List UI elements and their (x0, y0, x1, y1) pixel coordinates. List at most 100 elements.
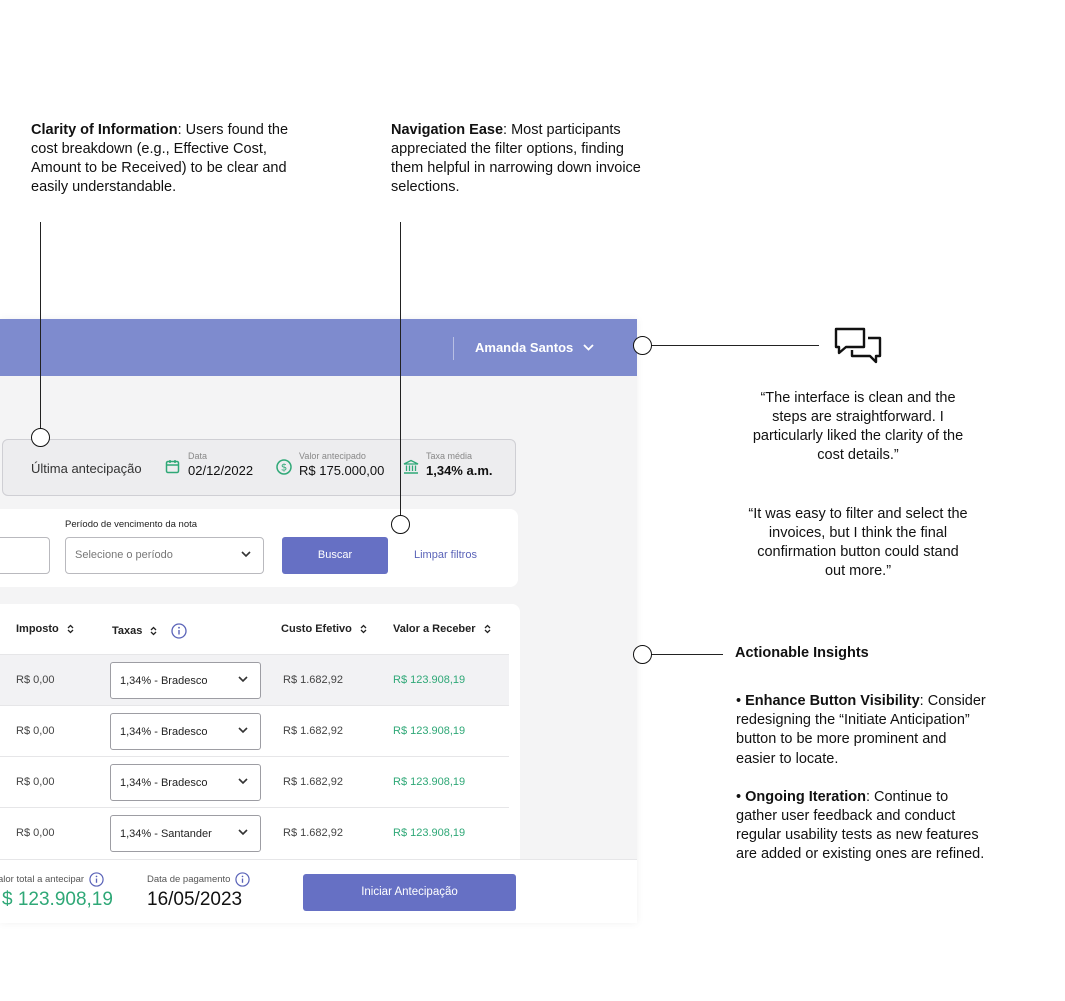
cell-imposto: R$ 0,00 (16, 776, 55, 788)
rate-select-value: 1,34% - Santander (120, 828, 212, 840)
total-value: $ 123.908,19 (2, 889, 113, 910)
sort-icon (150, 626, 157, 636)
last-anticipation-card: Última antecipação Data 02/12/2022 $ Val… (2, 439, 516, 496)
rate-value: 1,34% a.m. (426, 463, 493, 478)
cell-imposto: R$ 0,00 (16, 674, 55, 686)
note-navigation-title: Navigation Ease (391, 122, 504, 138)
cell-imposto: R$ 0,00 (16, 827, 55, 839)
amount-value: R$ 175.000,00 (299, 463, 385, 478)
sort-icon (484, 624, 491, 634)
connector-dot (31, 428, 50, 447)
sort-icon (67, 624, 74, 634)
cell-valor: R$ 123.908,19 (393, 827, 466, 839)
connector-dot (633, 336, 652, 355)
info-icon[interactable] (171, 623, 188, 639)
date-label: Data (188, 451, 208, 461)
clear-filters-link[interactable]: Limpar filtros (414, 549, 477, 561)
chat-bubbles-icon (834, 327, 882, 364)
app-screen: Amanda Santos Última antecipação Data 02… (0, 319, 637, 923)
search-button[interactable]: Buscar (282, 537, 388, 574)
col-imposto[interactable]: Imposto (16, 623, 74, 635)
start-anticipation-button[interactable]: Iniciar Antecipação (303, 874, 516, 911)
info-icon[interactable] (235, 872, 251, 887)
dollar-circle-icon: $ (276, 459, 292, 475)
insight-title: Ongoing Iteration (745, 788, 866, 805)
table-row[interactable]: R$ 0,00 1,34% - Bradesco R$ 1.682,92 R$ … (0, 705, 509, 756)
rate-select-value: 1,34% - Bradesco (120, 777, 208, 789)
stat-date: Data 02/12/2022 (165, 451, 253, 478)
cell-custo: R$ 1.682,92 (283, 725, 343, 737)
cell-valor: R$ 123.908,19 (393, 674, 466, 686)
chevron-down-icon (583, 344, 594, 351)
cell-imposto: R$ 0,00 (16, 725, 55, 737)
rate-select[interactable]: 1,34% - Santander (110, 815, 261, 852)
connector-line (400, 222, 401, 516)
insights-title: Actionable Insights (735, 645, 869, 661)
last-anticipation-title: Última antecipação (31, 461, 142, 476)
payment-date-label: Data de pagamento (147, 874, 231, 885)
table-row[interactable]: R$ 0,00 1,34% - Bradesco R$ 1.682,92 R$ … (0, 756, 509, 807)
quote-2: “It was easy to filter and select the in… (748, 506, 968, 579)
insights-list: • Enhance Button Visibility: Consider re… (736, 692, 986, 865)
date-value: 02/12/2022 (188, 463, 254, 478)
cell-custo: R$ 1.682,92 (283, 827, 343, 839)
insight-title: Enhance Button Visibility (745, 693, 920, 709)
rate-select[interactable]: 1,34% - Bradesco (110, 713, 261, 750)
connector-line (651, 654, 723, 655)
chevron-down-icon (238, 829, 248, 836)
col-taxas[interactable]: Taxas (112, 623, 188, 639)
note-clarity-title: Clarity of Information (31, 122, 178, 138)
summary-footer: alor total a antecipar $ 123.908,19 Data… (0, 859, 637, 923)
insight-item: • Ongoing Iteration: Continue to gather … (736, 788, 985, 863)
rate-select-value: 1,34% - Bradesco (120, 675, 208, 687)
rate-label: Taxa média (426, 451, 473, 461)
bank-icon (403, 459, 419, 474)
cell-custo: R$ 1.682,92 (283, 776, 343, 788)
rate-select-value: 1,34% - Bradesco (120, 726, 208, 738)
stat-amount: $ Valor antecipado R$ 175.000,00 (276, 451, 384, 478)
user-name: Amanda Santos (475, 340, 574, 355)
col-imposto-label: Imposto (16, 623, 59, 635)
sort-icon (360, 624, 367, 634)
topbar-divider (453, 337, 454, 360)
rate-select[interactable]: 1,34% - Bradesco (110, 764, 261, 801)
total-label: alor total a antecipar (0, 874, 85, 885)
chevron-down-icon (241, 551, 251, 558)
chevron-down-icon (238, 727, 248, 734)
cell-valor: R$ 123.908,19 (393, 776, 466, 788)
cell-custo: R$ 1.682,92 (283, 674, 343, 686)
calendar-icon (165, 460, 180, 474)
period-select[interactable]: Selecione o período (65, 537, 264, 574)
col-valor-label: Valor a Receber (393, 623, 476, 635)
chevron-down-icon (238, 676, 248, 683)
rate-select[interactable]: 1,34% - Bradesco (110, 662, 261, 699)
info-icon[interactable] (89, 872, 104, 887)
svg-text:$: $ (281, 463, 287, 474)
filter-bar: Período de vencimento da nota Selecione … (0, 509, 518, 587)
period-label: Período de vencimento da nota (65, 519, 198, 530)
note-clarity: Clarity of Information: Users found the … (31, 121, 296, 197)
top-bar: Amanda Santos (0, 319, 637, 376)
col-valor[interactable]: Valor a Receber (393, 623, 491, 635)
table-row[interactable]: R$ 0,00 1,34% - Bradesco R$ 1.682,92 R$ … (0, 654, 509, 705)
connector-line (40, 222, 41, 429)
chevron-down-icon (238, 778, 248, 785)
payment-date-label-wrap: Data de pagamento (147, 872, 251, 887)
note-navigation: Navigation Ease: Most participants appre… (391, 121, 653, 197)
amount-label: Valor antecipado (299, 451, 366, 461)
col-taxas-label: Taxas (112, 625, 143, 637)
insight-item: • Enhance Button Visibility: Consider re… (736, 693, 986, 767)
table-row[interactable]: R$ 0,00 1,34% - Santander R$ 1.682,92 R$… (0, 807, 509, 858)
col-custo[interactable]: Custo Efetivo (281, 623, 367, 635)
connector-dot (391, 515, 410, 534)
total-label-wrap: alor total a antecipar (0, 872, 104, 887)
col-custo-label: Custo Efetivo (281, 623, 352, 635)
stat-rate: Taxa média 1,34% a.m. (403, 451, 493, 478)
period-placeholder: Selecione o período (75, 549, 173, 561)
payment-date-value: 16/05/2023 (147, 889, 243, 910)
cell-valor: R$ 123.908,19 (393, 725, 466, 737)
user-menu[interactable]: Amanda Santos (475, 340, 594, 355)
quote-1: “The interface is clean and the steps ar… (752, 390, 964, 463)
connector-dot (633, 645, 652, 664)
filter-input[interactable] (0, 537, 50, 574)
